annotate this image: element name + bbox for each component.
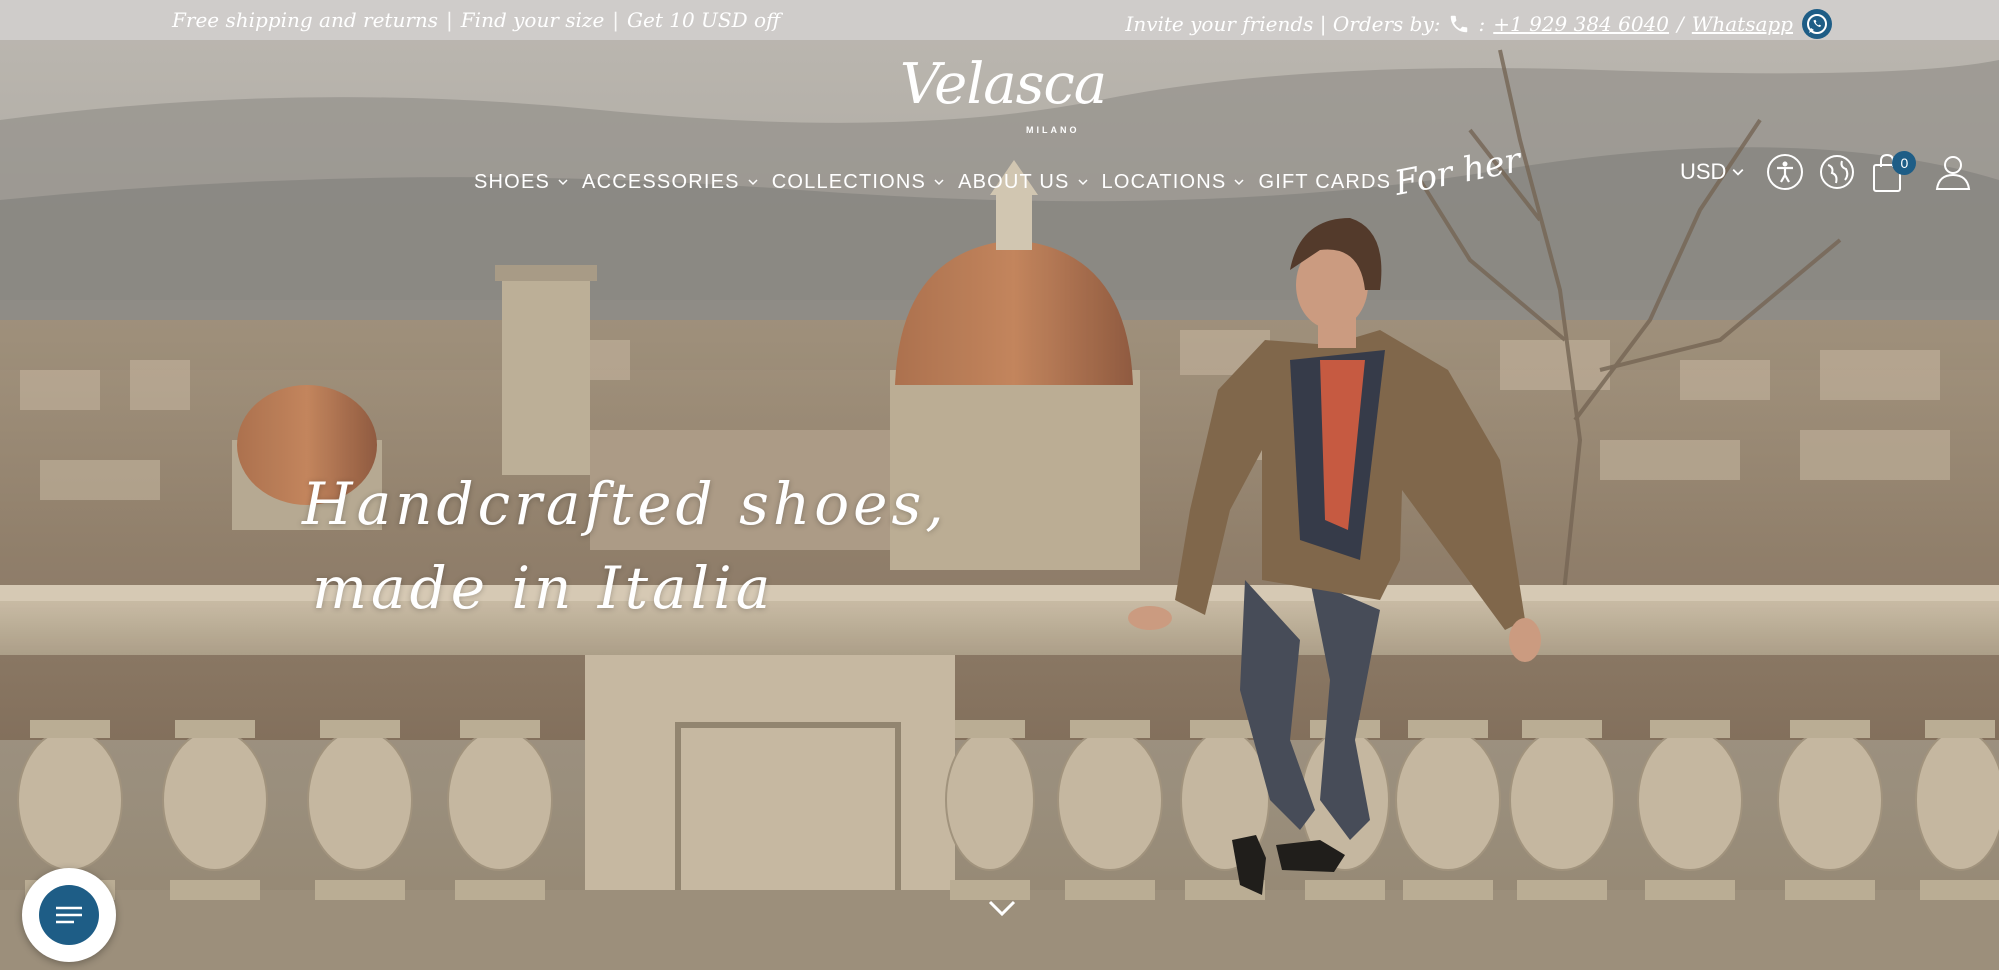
separator: | bbox=[446, 8, 453, 32]
logo-subtitle: MILANO bbox=[1026, 125, 1080, 135]
chat-icon bbox=[39, 885, 99, 945]
globe-icon[interactable] bbox=[1818, 153, 1856, 191]
currency-label: USD bbox=[1680, 159, 1727, 184]
nav-label: ABOUT US bbox=[958, 170, 1070, 193]
currency-selector[interactable]: USD bbox=[1680, 159, 1744, 185]
chevron-down-icon bbox=[1733, 168, 1744, 176]
announcement-links: Free shipping and returns | Find your si… bbox=[172, 8, 780, 32]
phone-icon bbox=[1448, 13, 1470, 35]
nav-label: SHOES bbox=[474, 170, 551, 193]
chevron-down-icon bbox=[558, 179, 568, 186]
announcement-bar: Free shipping and returns | Find your si… bbox=[0, 0, 1999, 40]
cart-count-badge: 0 bbox=[1892, 151, 1917, 175]
header-utilities: USD 0 bbox=[1680, 148, 1986, 196]
chevron-down-icon bbox=[748, 179, 758, 186]
whatsapp-icon[interactable] bbox=[1801, 8, 1833, 40]
whatsapp-link[interactable]: Whatsapp bbox=[1692, 12, 1793, 36]
nav-label: ACCESSORIES bbox=[582, 170, 740, 193]
main-nav: SHOES ACCESSORIES COLLECTIONS ABOUT US L… bbox=[474, 168, 1405, 196]
nav-collections[interactable]: COLLECTIONS bbox=[772, 171, 944, 194]
free-shipping-link[interactable]: Free shipping and returns bbox=[172, 8, 438, 32]
get-discount-link[interactable]: Get 10 USD off bbox=[627, 8, 780, 32]
phone-link[interactable]: +1 929 384 6040 bbox=[1493, 12, 1669, 36]
nav-gift-cards[interactable]: GIFT CARDS bbox=[1258, 171, 1391, 194]
accessibility-icon[interactable] bbox=[1766, 153, 1804, 191]
nav-about-us[interactable]: ABOUT US bbox=[958, 170, 1088, 194]
nav-shoes[interactable]: SHOES bbox=[474, 171, 568, 194]
phone-prefix: : bbox=[1478, 12, 1486, 36]
hero-tagline: Handcrafted shoes, made in Italia bbox=[302, 462, 948, 630]
nav-locations[interactable]: LOCATIONS bbox=[1102, 171, 1245, 194]
nav-label: GIFT CARDS bbox=[1258, 170, 1392, 193]
tagline-line1: Handcrafted shoes, bbox=[302, 470, 948, 538]
separator: | bbox=[612, 8, 620, 32]
logo[interactable]: Velasca MILANO bbox=[898, 52, 1108, 142]
chevron-down-icon bbox=[934, 179, 944, 186]
nav-label: LOCATIONS bbox=[1101, 170, 1227, 193]
invite-text[interactable]: Invite your friends | Orders by: bbox=[1125, 12, 1440, 36]
nav-label: COLLECTIONS bbox=[771, 170, 927, 193]
chevron-down-icon bbox=[1234, 179, 1244, 186]
scroll-down-icon[interactable] bbox=[986, 896, 1018, 920]
contact-links: Invite your friends | Orders by: : +1 92… bbox=[1125, 8, 1833, 40]
whatsapp-prefix: / bbox=[1677, 12, 1684, 36]
tagline-line2: made in Italia bbox=[312, 554, 775, 622]
chat-button[interactable] bbox=[22, 868, 116, 962]
nav-accessories[interactable]: ACCESSORIES bbox=[582, 171, 758, 194]
find-size-link[interactable]: Find your size bbox=[461, 8, 605, 32]
chevron-down-icon bbox=[1078, 179, 1088, 186]
bag-icon[interactable]: 0 bbox=[1870, 151, 1917, 192]
logo-wordmark: Velasca bbox=[899, 52, 1107, 117]
user-icon[interactable] bbox=[1934, 153, 1972, 191]
